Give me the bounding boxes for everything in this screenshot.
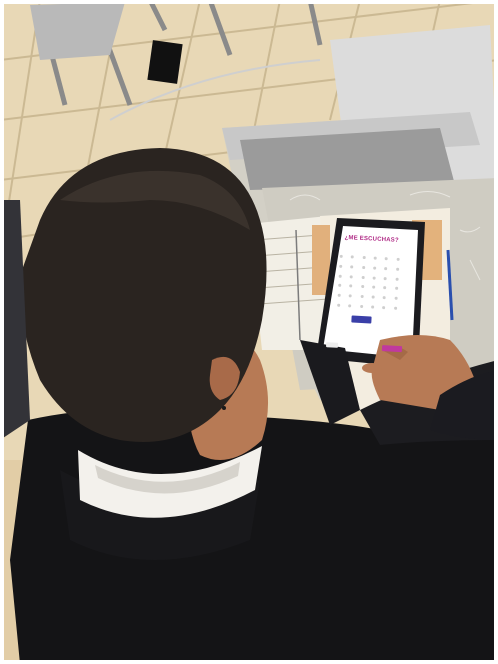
- classroom-photo: ¿ME ESCUCHAS?: [0, 0, 498, 664]
- grid-cell[interactable]: [394, 287, 399, 291]
- grid-cell[interactable]: [360, 285, 365, 289]
- grid-cell[interactable]: [373, 256, 377, 261]
- grid-cell[interactable]: [383, 286, 387, 290]
- grid-cell[interactable]: [362, 256, 366, 260]
- grid-cell[interactable]: [372, 276, 376, 280]
- grid-cell[interactable]: [338, 274, 342, 278]
- grid-cell[interactable]: [371, 295, 375, 299]
- grid-cell[interactable]: [359, 304, 364, 308]
- grid-cell[interactable]: [351, 255, 355, 259]
- grid-cell[interactable]: [337, 303, 341, 307]
- grid-cell[interactable]: [382, 305, 386, 309]
- grid-cell[interactable]: [384, 267, 388, 271]
- next-button[interactable]: [381, 345, 403, 353]
- grid-cell[interactable]: [349, 294, 353, 298]
- grid-cell[interactable]: [349, 284, 353, 288]
- grid-cell[interactable]: [337, 293, 341, 297]
- grid-cell[interactable]: [394, 296, 398, 300]
- check-button[interactable]: [351, 315, 372, 324]
- grid-cell[interactable]: [350, 265, 354, 269]
- grid-cell[interactable]: [361, 265, 366, 270]
- grid-cell[interactable]: [395, 267, 400, 271]
- grid-cell[interactable]: [339, 264, 343, 268]
- answer-grid[interactable]: [334, 253, 403, 312]
- photo-scene: [0, 0, 498, 664]
- grid-cell[interactable]: [372, 285, 376, 289]
- chair-seat: [30, 2, 125, 60]
- grid-cell[interactable]: [371, 305, 375, 309]
- grid-cell[interactable]: [361, 275, 365, 279]
- grid-cell[interactable]: [360, 294, 364, 299]
- screen-title: ¿ME ESCUCHAS?: [344, 234, 399, 244]
- grid-cell[interactable]: [385, 257, 389, 261]
- grid-cell[interactable]: [383, 296, 387, 300]
- grid-cell[interactable]: [384, 276, 388, 280]
- grid-cell[interactable]: [348, 303, 352, 308]
- grid-cell[interactable]: [373, 266, 377, 270]
- grid-cell[interactable]: [396, 258, 400, 262]
- back-button[interactable]: [325, 342, 339, 348]
- grid-cell[interactable]: [393, 306, 398, 310]
- phone-on-floor: [147, 40, 183, 84]
- grid-cell[interactable]: [339, 255, 343, 259]
- earring: [222, 406, 226, 410]
- tablet-screen[interactable]: ¿ME ESCUCHAS?: [320, 232, 418, 355]
- grid-cell[interactable]: [338, 284, 342, 288]
- grid-cell[interactable]: [350, 274, 354, 279]
- grid-cell[interactable]: [395, 277, 399, 281]
